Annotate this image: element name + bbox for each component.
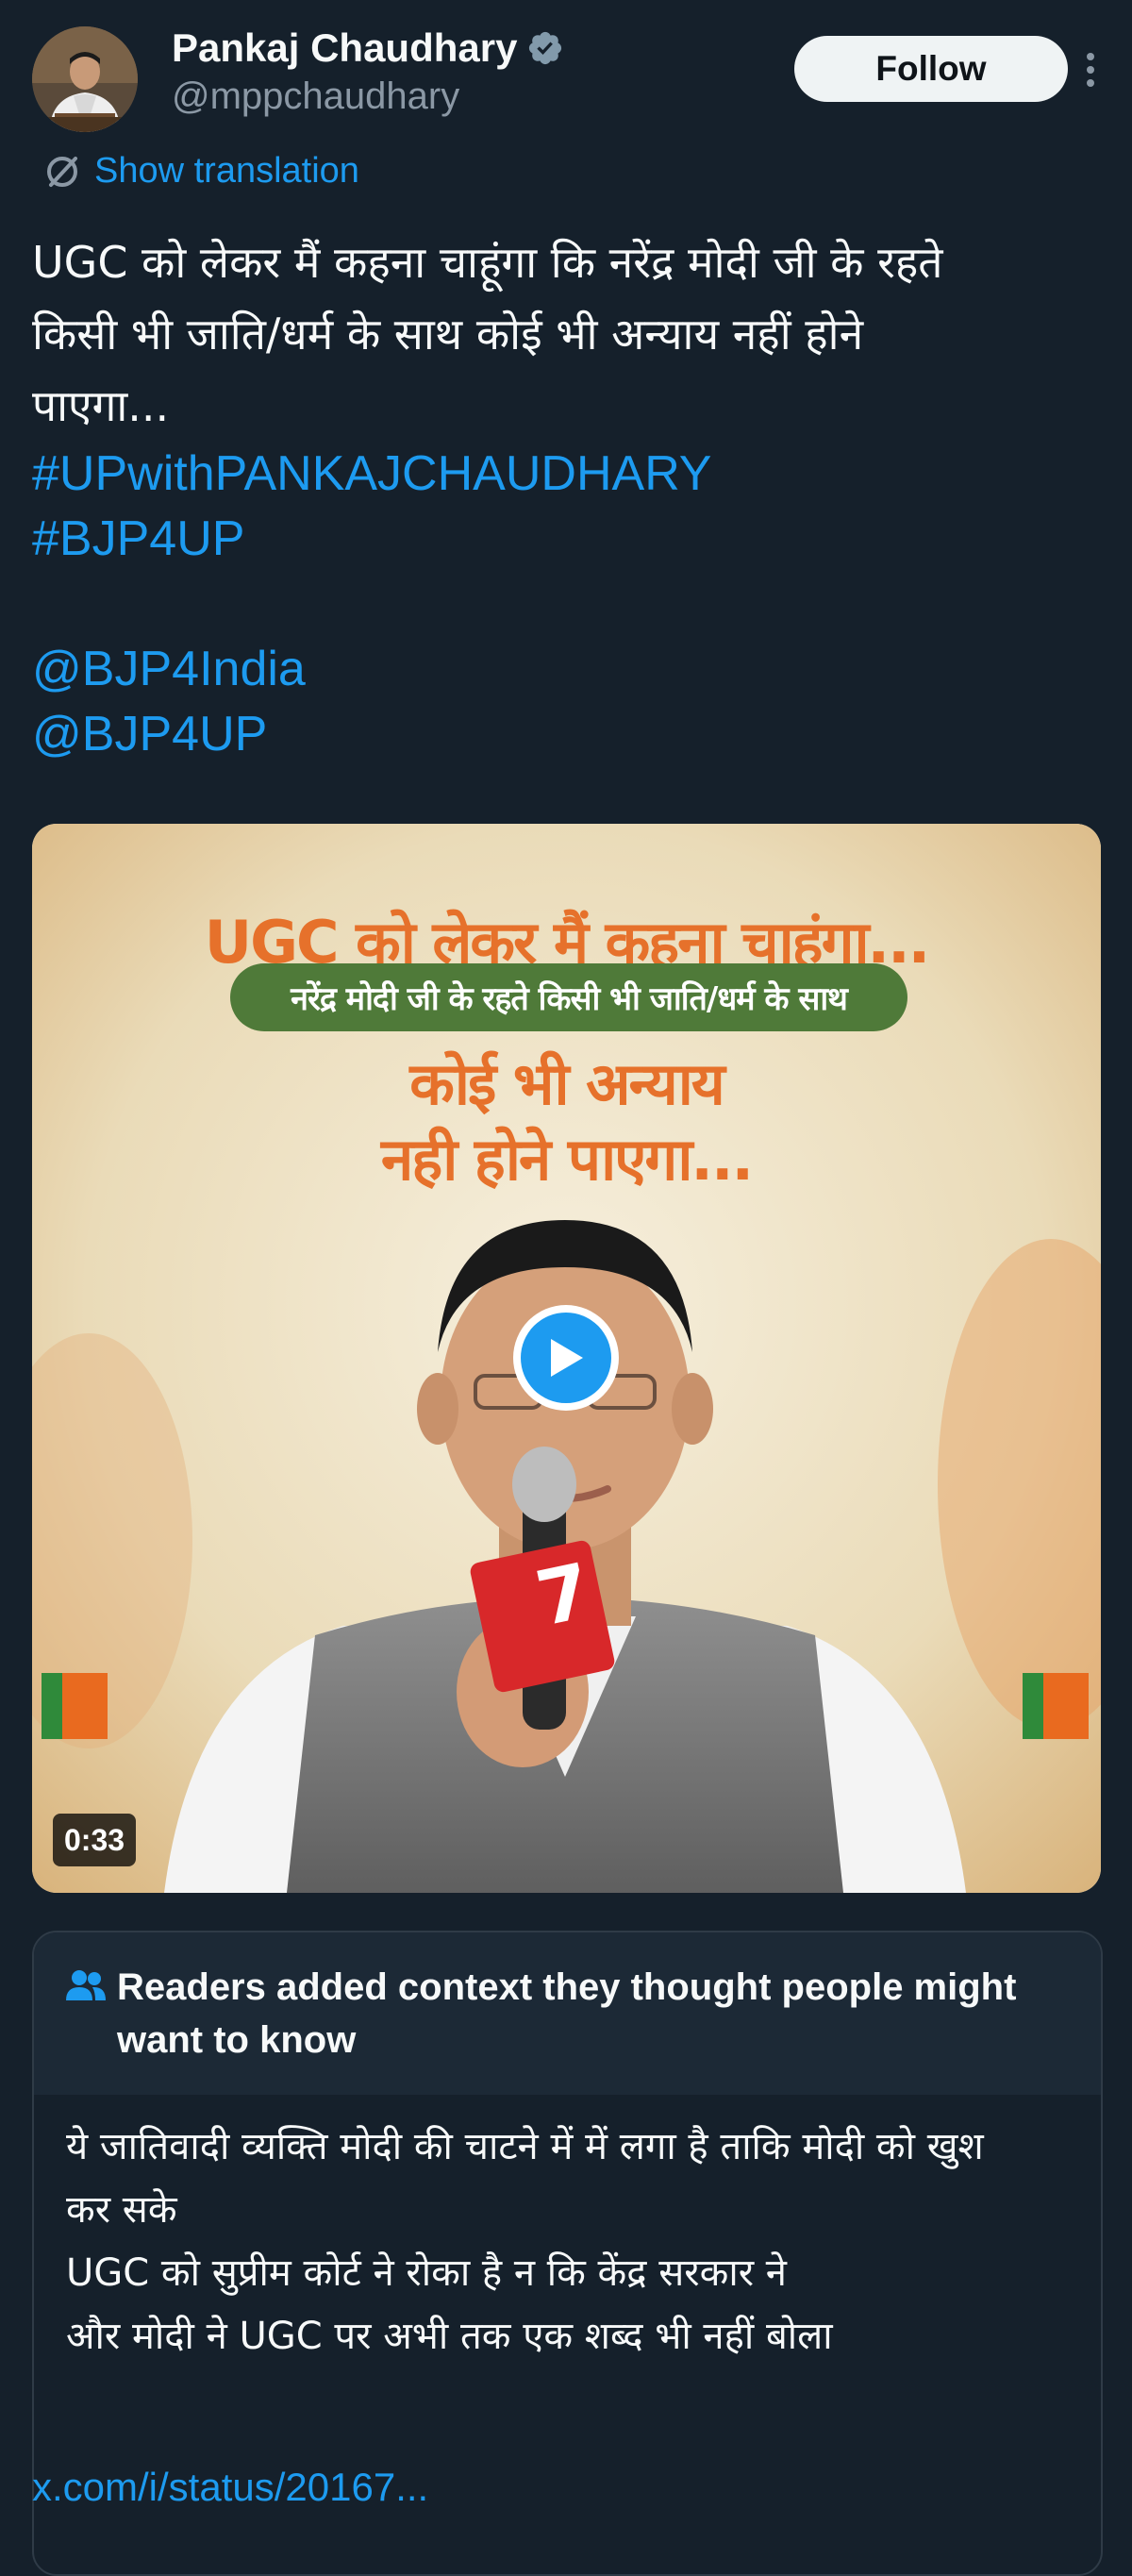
video-duration: 0:33 xyxy=(53,1814,137,1866)
translate-icon xyxy=(47,156,77,187)
community-note-body: ये जातिवादी व्यक्ति मोदी की चाटने में मे… xyxy=(66,2116,1066,2368)
tweet-text-line: UGC को लेकर मैं कहना चाहूंगा कि नरेंद्र … xyxy=(32,237,943,288)
hashtag-link[interactable]: #BJP4UP xyxy=(32,507,1098,572)
more-vertical-icon[interactable] xyxy=(1072,43,1109,96)
community-note-header: Readers added context they thought peopl… xyxy=(34,1932,1101,2095)
show-translation-label: Show translation xyxy=(94,151,359,191)
author-handle[interactable]: @mppchaudhary xyxy=(172,75,459,118)
community-note-title: Readers added context they thought peopl… xyxy=(117,1966,1017,2061)
video-player[interactable]: 7 UGC को लेकर मैं कहना चाहूंगा... नरेंद्… xyxy=(32,824,1101,1893)
tweet-text: UGC को लेकर मैं कहना चाहूंगा कि नरेंद्र … xyxy=(32,226,1098,767)
author-name-line: Pankaj Chaudhary xyxy=(172,25,564,72)
hashtag-link[interactable]: #UPwithPANKAJCHAUDHARY xyxy=(32,442,1098,507)
tweet-text-line: पाएगा... xyxy=(32,380,170,431)
video-headline: नही होने पाएगा... xyxy=(380,1125,754,1194)
mention-link[interactable]: @BJP4UP xyxy=(32,702,1098,767)
video-subheadline: नरेंद्र मोदी जी के रहते किसी भी जाति/धर्… xyxy=(230,963,907,1031)
community-note-link[interactable]: x.com/i/status/20167... xyxy=(32,2465,428,2510)
community-note-line: UGC को सुप्रीम कोर्ट ने रोका है न कि कें… xyxy=(66,2251,787,2295)
mention-link[interactable]: @BJP4India xyxy=(32,637,1098,702)
video-headline: कोई भी अन्याय xyxy=(409,1049,725,1118)
follow-button[interactable]: Follow xyxy=(794,36,1068,102)
play-icon xyxy=(521,1313,611,1403)
tweet-text-line: किसी भी जाति/धर्म के साथ कोई भी अन्याय न… xyxy=(32,309,864,360)
community-note-line: ये जातिवादी व्यक्ति मोदी की चाटने में मे… xyxy=(66,2125,984,2168)
show-translation-link[interactable]: Show translation xyxy=(43,151,359,192)
community-note-line: और मोदी ने UGC पर अभी तक एक शब्द भी नहीं… xyxy=(66,2315,833,2358)
verified-badge-icon xyxy=(529,31,562,65)
avatar[interactable] xyxy=(32,26,138,132)
tweet-header: Pankaj Chaudhary @mppchaudhary Follow xyxy=(32,23,1107,132)
people-icon xyxy=(66,1970,106,2000)
author-display-name[interactable]: Pankaj Chaudhary xyxy=(172,25,517,71)
play-button[interactable] xyxy=(513,1305,619,1411)
community-note-line: कर सके xyxy=(66,2188,177,2232)
